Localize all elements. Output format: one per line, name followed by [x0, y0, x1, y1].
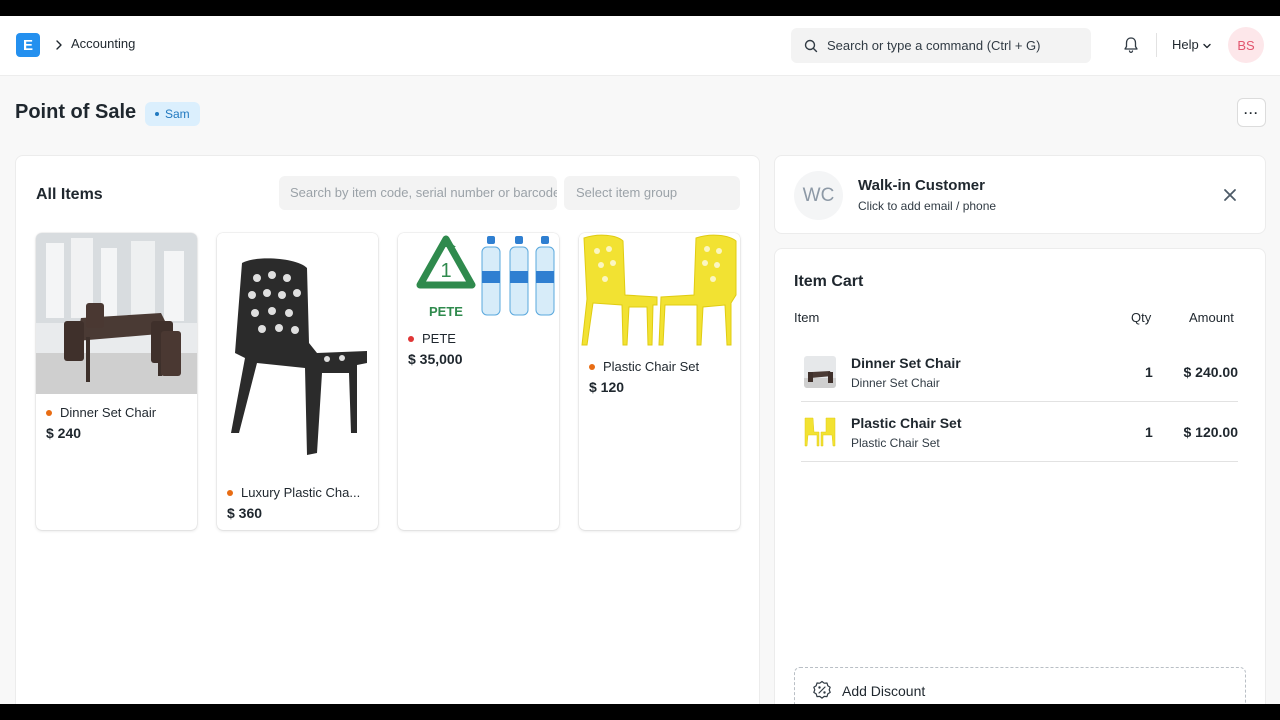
- cart-item-amount: $ 240.00: [1183, 364, 1239, 380]
- item-group-select[interactable]: Select item group: [564, 176, 740, 210]
- cart-item-thumbnail: [804, 416, 836, 448]
- cart-item-description: Dinner Set Chair: [851, 376, 940, 390]
- item-name-row: Luxury Plastic Cha...: [227, 485, 360, 500]
- cart-row[interactable]: Dinner Set Chair Dinner Set Chair 1 $ 24…: [801, 342, 1238, 402]
- items-panel: All Items Search by item code, serial nu…: [15, 155, 760, 704]
- item-name: Plastic Chair Set: [603, 359, 700, 374]
- item-name: Luxury Plastic Cha...: [241, 485, 361, 500]
- cart-item-name: Dinner Set Chair: [851, 355, 961, 371]
- logo-letter: E: [22, 36, 33, 54]
- page-title: Point of Sale: [15, 101, 137, 123]
- customer-avatar: WC: [794, 171, 843, 220]
- navbar: E Accounting Search or type a command (C…: [0, 16, 1280, 76]
- breadcrumb-accounting[interactable]: Accounting: [71, 36, 135, 51]
- item-name: PETE: [422, 331, 456, 346]
- customer-initials: WC: [802, 184, 835, 206]
- cart-title: Item Cart: [794, 273, 864, 290]
- pos-app: E Accounting Search or type a command (C…: [0, 16, 1280, 704]
- item-search-input[interactable]: Search by item code, serial number or ba…: [279, 176, 557, 210]
- cart-header-item: Item: [794, 310, 820, 325]
- badge-dot: [155, 112, 159, 116]
- pete-number: 1: [440, 260, 451, 282]
- cart-item-qty: 1: [1145, 424, 1153, 440]
- stock-indicator: [408, 335, 414, 342]
- item-price: $ 120: [589, 379, 625, 395]
- cart-item-name: Plastic Chair Set: [851, 415, 962, 431]
- cart-item-amount: $ 120.00: [1183, 424, 1239, 440]
- item-name-row: Plastic Chair Set: [589, 359, 699, 374]
- item-price: $ 360: [227, 505, 263, 521]
- item-price: $ 240: [46, 425, 82, 441]
- item-card-pete[interactable]: 1 PETE PETE $ 35,000: [398, 233, 559, 530]
- pete-caption: PETE: [429, 304, 463, 319]
- customer-panel: WC Walk-in Customer Click to add email /…: [774, 155, 1266, 234]
- close-icon[interactable]: [1223, 188, 1237, 202]
- item-image-plastic-chair-set: [579, 233, 740, 348]
- item-cart-panel: Item Cart Item Qty Amount Dinner Set Cha…: [774, 248, 1266, 704]
- item-card-plastic-chair-set[interactable]: Plastic Chair Set $ 120: [579, 233, 740, 530]
- item-name: Dinner Set Chair: [60, 405, 157, 420]
- notification-bell-icon[interactable]: [1121, 35, 1141, 55]
- stock-indicator: [227, 489, 233, 496]
- chevron-down-icon[interactable]: [1202, 41, 1212, 51]
- cart-item-thumbnail: [804, 356, 836, 388]
- more-actions-button[interactable]: ···: [1237, 98, 1266, 127]
- user-avatar[interactable]: BS: [1228, 27, 1264, 63]
- search-icon: [804, 39, 818, 53]
- badge-label: Sam: [165, 107, 190, 121]
- cart-row[interactable]: Plastic Chair Set Plastic Chair Set 1 $ …: [801, 402, 1238, 462]
- cart-item-description: Plastic Chair Set: [851, 436, 940, 450]
- customer-contact-hint[interactable]: Click to add email / phone: [858, 199, 996, 213]
- item-name-row: Dinner Set Chair: [46, 405, 156, 420]
- awesomebar-search[interactable]: Search or type a command (Ctrl + G): [791, 28, 1091, 63]
- app-logo[interactable]: E: [16, 33, 40, 57]
- item-image-pete: 1 PETE: [398, 233, 559, 320]
- add-discount-button[interactable]: Add Discount: [794, 667, 1246, 704]
- discount-icon: [813, 680, 831, 699]
- avatar-initials: BS: [1237, 37, 1255, 53]
- stock-indicator: [46, 409, 52, 416]
- status-badge: Sam: [145, 102, 200, 126]
- customer-name[interactable]: Walk-in Customer: [858, 177, 985, 194]
- item-card-luxury-plastic-chair[interactable]: Luxury Plastic Cha... $ 360: [217, 233, 378, 530]
- cart-header-qty: Qty: [1131, 310, 1152, 325]
- item-image-luxury-chair: [217, 233, 378, 473]
- search-placeholder: Search or type a command (Ctrl + G): [827, 38, 1041, 53]
- cart-header-amount: Amount: [1189, 310, 1234, 325]
- more-icon: ···: [1244, 105, 1259, 120]
- item-name-row: PETE: [408, 331, 456, 346]
- items-title: All Items: [36, 186, 103, 203]
- item-price: $ 35,000: [408, 351, 463, 367]
- navbar-divider: [1156, 33, 1157, 57]
- chevron-right-icon: [56, 40, 62, 50]
- add-discount-label: Add Discount: [842, 683, 926, 699]
- item-card-dinner-set-chair[interactable]: Dinner Set Chair $ 240: [36, 233, 197, 530]
- item-image-dinner-set: [36, 233, 197, 394]
- help-dropdown[interactable]: Help: [1172, 37, 1199, 52]
- cart-item-qty: 1: [1145, 364, 1153, 380]
- stock-indicator: [589, 363, 595, 370]
